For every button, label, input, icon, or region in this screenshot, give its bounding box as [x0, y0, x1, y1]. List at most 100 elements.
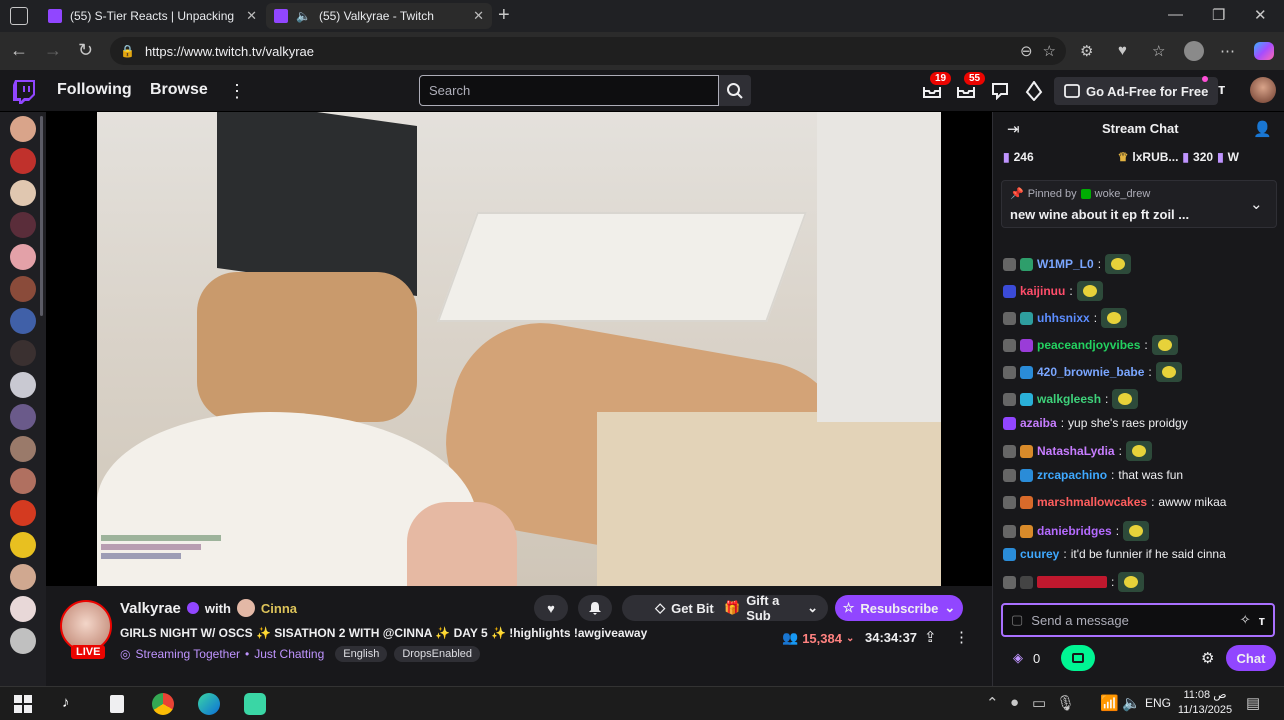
chat-message[interactable]: peaceandjoyvibes: — [1003, 335, 1178, 355]
followed-channel-avatar[interactable] — [10, 276, 36, 302]
chat-message[interactable]: marshmallowcakes: awww mikaa — [1003, 495, 1226, 509]
notifications-button[interactable]: 55 — [956, 72, 986, 101]
rail-scrollbar[interactable] — [40, 116, 43, 316]
twitch-logo-icon[interactable] — [13, 80, 35, 104]
browser-tab-2[interactable]: 🔈 (55) Valkyrae - Twitch ✕ — [266, 3, 492, 29]
emote-picker-icon[interactable]: ▢ — [1011, 612, 1023, 628]
followed-channel-avatar[interactable] — [10, 244, 36, 270]
speaker-icon[interactable]: 🔈 — [296, 9, 311, 23]
followed-channel-avatar[interactable] — [10, 628, 36, 654]
sparkle-icon[interactable]: ✧ — [1240, 612, 1251, 628]
close-window-icon[interactable]: ✕ — [1254, 6, 1267, 24]
close-tab-icon[interactable]: ✕ — [246, 8, 257, 24]
edge-icon[interactable] — [198, 693, 220, 715]
video-frame[interactable] — [97, 112, 941, 586]
restore-icon[interactable]: ❐ — [1212, 6, 1225, 24]
search-input[interactable]: Search — [419, 75, 719, 106]
app-icon[interactable] — [244, 693, 266, 715]
share-icon[interactable]: ⇪ — [924, 628, 937, 646]
chat-message[interactable]: NatashaLydia: — [1003, 441, 1152, 461]
chat-username[interactable]: cuurey — [1020, 547, 1059, 561]
notification-center-icon[interactable]: ▤ — [1246, 694, 1260, 712]
network-icon[interactable]: 📶 — [1100, 694, 1119, 712]
favorite-star-icon[interactable]: ☆ — [1043, 42, 1056, 60]
tag-english[interactable]: English — [335, 646, 388, 662]
more-options-icon[interactable]: ⋯ — [1220, 42, 1235, 60]
chat-username[interactable]: walkgleesh — [1037, 392, 1101, 406]
followed-channel-avatar[interactable] — [10, 180, 36, 206]
chat-message[interactable]: azaiba: yup she's raes proidgy — [1003, 416, 1188, 430]
chat-username[interactable]: zrcapachino — [1037, 468, 1107, 482]
nav-following[interactable]: Following — [57, 81, 132, 99]
resubscribe-button[interactable]: ☆ Resubscribe ⌄ — [835, 595, 963, 621]
followed-channel-avatar[interactable] — [10, 468, 36, 494]
copilot-icon[interactable] — [1254, 42, 1274, 60]
followed-channel-avatar[interactable] — [10, 532, 36, 558]
browser-essentials-icon[interactable]: ♥ — [1118, 42, 1127, 59]
tray-app-icon[interactable]: ● — [1010, 694, 1019, 711]
windows-start-icon[interactable] — [14, 695, 32, 713]
followed-channel-avatar[interactable] — [10, 596, 36, 622]
tiktok-icon[interactable]: ♪ — [62, 694, 70, 711]
followed-channel-avatar[interactable] — [10, 148, 36, 174]
chat-settings-icon[interactable]: ⚙ — [1201, 649, 1214, 667]
category-link[interactable]: Just Chatting — [254, 647, 324, 661]
tag-drops-enabled[interactable]: DropsEnabled — [394, 646, 481, 662]
chrome-icon[interactable] — [152, 693, 174, 715]
more-vertical-icon[interactable]: ⋮ — [228, 81, 246, 102]
gift-sub-button[interactable]: 🎁 Gift a Sub ⌄ — [714, 593, 828, 623]
followed-channel-avatar[interactable] — [10, 116, 36, 142]
chat-username[interactable]: peaceandjoyvibes — [1037, 338, 1140, 352]
followed-channel-avatar[interactable] — [10, 564, 36, 590]
followed-channel-avatar[interactable] — [10, 500, 36, 526]
language-indicator[interactable]: ENG — [1145, 696, 1171, 710]
followed-channel-avatar[interactable] — [10, 212, 36, 238]
viewer-count[interactable]: 👥 15,384 ⌄ — [782, 630, 854, 646]
chat-send-button[interactable]: Chat — [1226, 645, 1276, 671]
followed-channel-avatar[interactable] — [10, 340, 36, 366]
chat-message[interactable]: daniebridges: — [1003, 521, 1150, 541]
collapse-chat-icon[interactable]: ⇥ — [1007, 120, 1020, 138]
follow-heart-button[interactable]: ♥ — [534, 595, 568, 621]
chat-username[interactable]: kaijinuu — [1020, 284, 1065, 298]
chat-message[interactable]: uhhsnixx: — [1003, 308, 1128, 328]
chat-username[interactable]: W1MP_L0 — [1037, 257, 1094, 271]
chat-username[interactable]: daniebridges — [1037, 524, 1112, 538]
chat-username[interactable]: NatashaLydia — [1037, 444, 1115, 458]
notifications-bell-button[interactable] — [578, 595, 612, 621]
extensions-icon[interactable]: ⚙ — [1080, 42, 1093, 60]
favorites-icon[interactable]: ☆ — [1152, 42, 1165, 60]
chat-username[interactable]: uhhsnixx — [1037, 311, 1090, 325]
show-hidden-icons[interactable]: ⌃ — [986, 694, 999, 712]
zoom-icon[interactable]: ⊖ — [1020, 42, 1033, 60]
followed-channel-avatar[interactable] — [10, 308, 36, 334]
chat-username[interactable]: azaiba — [1020, 416, 1057, 430]
profile-avatar[interactable] — [1184, 41, 1204, 61]
user-avatar[interactable] — [1250, 77, 1276, 103]
co-streamer-name[interactable]: Cinna — [261, 601, 297, 616]
refresh-icon[interactable]: ↻ — [78, 40, 93, 61]
chat-username[interactable]: 420_brownie_babe — [1037, 365, 1144, 379]
browser-tab-1[interactable]: (55) S-Tier Reacts | Unpacking Dr ✕ — [40, 3, 265, 29]
chat-message[interactable]: 420_brownie_babe: — [1003, 362, 1182, 382]
streaming-together-link[interactable]: Streaming Together — [135, 647, 240, 661]
turbo-icon[interactable]: ᴛ — [1218, 81, 1225, 98]
chat-input[interactable]: ▢ Send a message ✧ ᴛ — [1001, 603, 1275, 637]
more-vertical-icon[interactable]: ⋮ — [954, 628, 969, 646]
chevron-down-icon[interactable]: ⌄ — [1250, 195, 1263, 213]
url-field[interactable]: 🔒 https://www.twitch.tv/valkyrae ⊖ ☆ — [110, 37, 1066, 65]
chat-message[interactable]: walkgleesh: — [1003, 389, 1139, 409]
volume-icon[interactable]: 🔈 — [1122, 694, 1141, 712]
turbo-icon[interactable]: ᴛ — [1259, 613, 1265, 628]
back-icon[interactable]: ← — [10, 40, 28, 61]
microphone-icon[interactable]: 🎙 — [1056, 694, 1075, 712]
nav-browse[interactable]: Browse — [150, 81, 208, 99]
chat-message[interactable]: : — [1003, 572, 1145, 592]
co-streamer-avatar[interactable] — [236, 599, 255, 617]
whispers-icon[interactable] — [991, 82, 1009, 100]
file-icon[interactable] — [110, 695, 124, 713]
chat-message[interactable]: cuurey: it'd be funnier if he said cinna — [1003, 547, 1226, 561]
chat-message[interactable]: W1MP_L0: — [1003, 254, 1132, 274]
clock[interactable]: 11:08 ص 11/13/2025 — [1176, 688, 1234, 718]
battery-icon[interactable]: ▭ — [1032, 694, 1046, 712]
